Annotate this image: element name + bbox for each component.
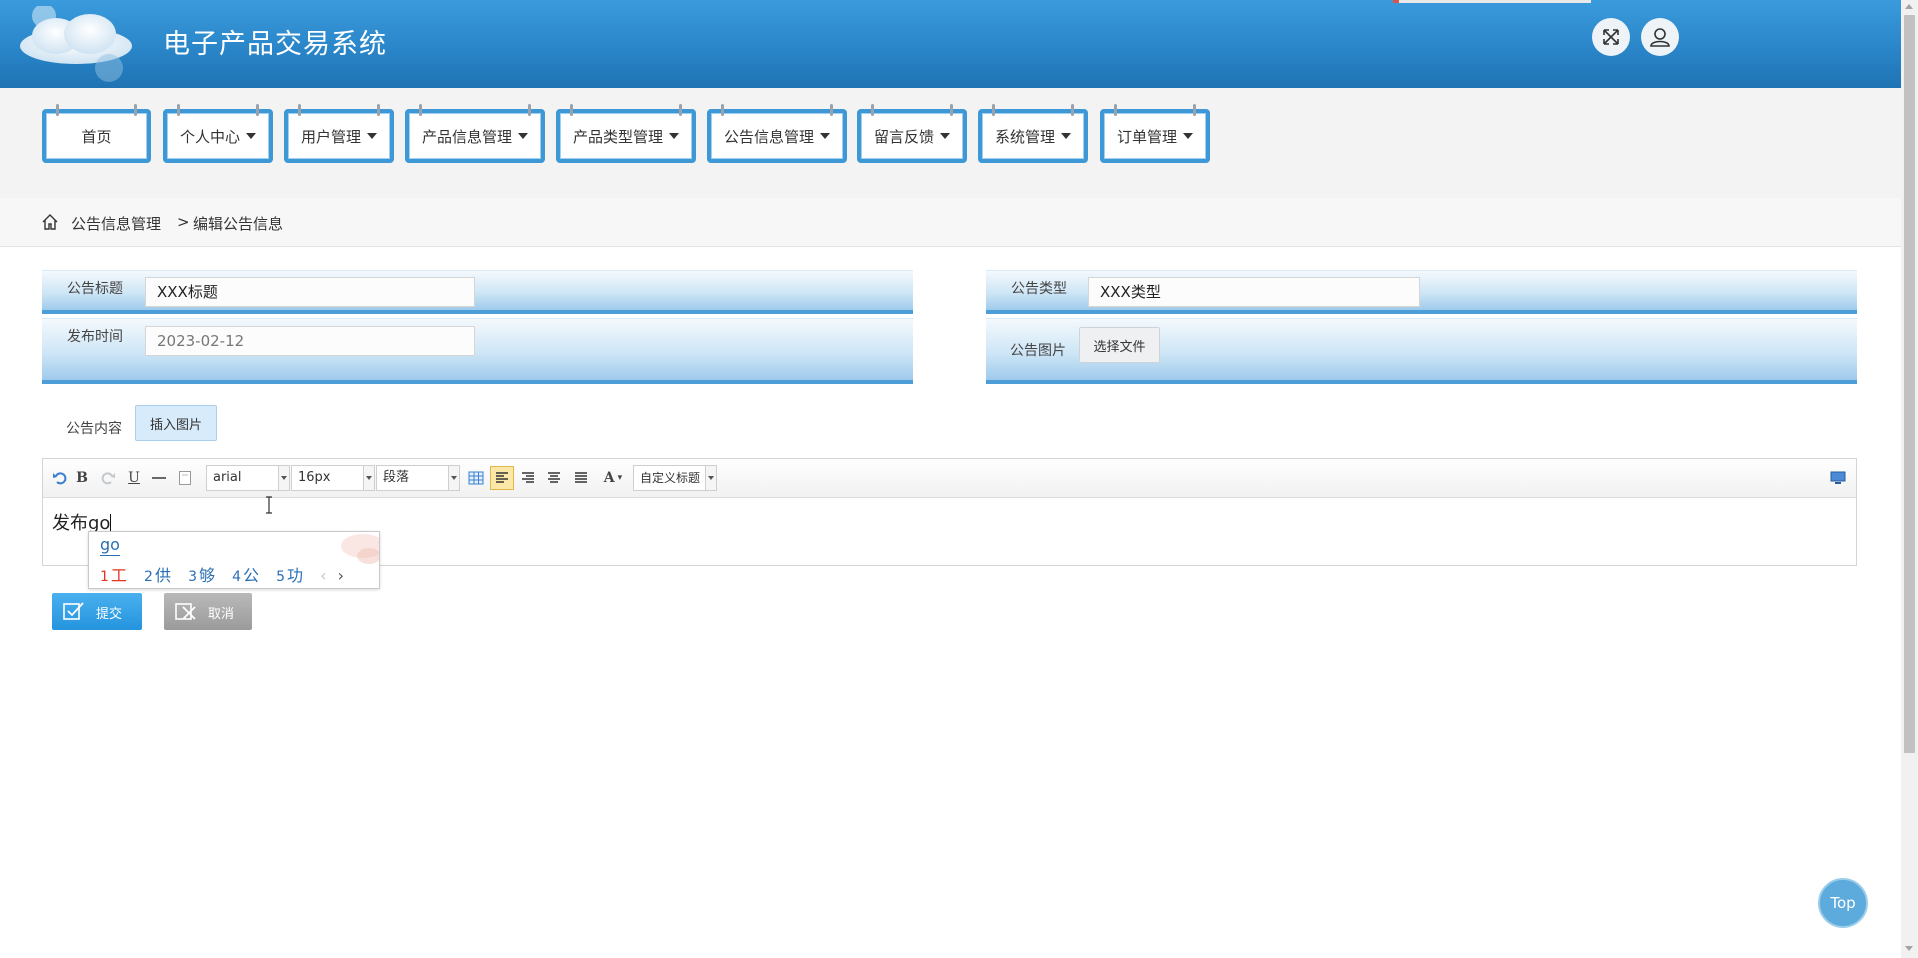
caret-down-icon (1183, 133, 1193, 139)
font-family-value: arial (213, 470, 242, 485)
font-size-select[interactable]: 16px (291, 465, 375, 491)
table-icon[interactable] (467, 468, 485, 488)
nav-orders[interactable]: 订单管理 (1100, 104, 1210, 163)
submit-button[interactable]: 提交 (52, 593, 142, 630)
ime-prev-page-icon[interactable]: ‹ (320, 566, 326, 585)
user-menu-button[interactable] (1641, 18, 1679, 56)
fullscreen-button[interactable] (1592, 18, 1630, 56)
scroll-up-icon[interactable] (1905, 4, 1913, 9)
cloud-logo-icon (20, 6, 132, 82)
cancel-label: 取消 (208, 607, 235, 622)
paste-icon[interactable] (176, 468, 194, 488)
image-label: 公告图片 (1010, 343, 1066, 359)
nav-label: 订单管理 (1116, 127, 1177, 146)
ime-candidate[interactable]: 4公 (232, 566, 271, 585)
nav-label: 个人中心 (179, 127, 240, 146)
main-nav: 首页 个人中心 用户管理 产品信息管理 产品类型管理 公告信息管理 留言反馈 系… (0, 88, 1901, 198)
caret-down-icon (246, 133, 256, 139)
back-to-top-button[interactable]: Top (1818, 878, 1868, 928)
nav-label: 留言反馈 (873, 127, 934, 146)
font-color-icon[interactable]: A ▾ (598, 468, 628, 488)
browser-tab-strip (1393, 0, 1591, 3)
type-input[interactable]: XXX类型 (1088, 277, 1420, 307)
submit-label: 提交 (96, 607, 123, 622)
nav-user-management[interactable]: 用户管理 (284, 104, 394, 163)
title-input[interactable]: XXX标题 (145, 277, 475, 307)
ime-candidate-window: go 1工 2供 3够 4公 5功 ‹ › (88, 531, 380, 589)
nav-system[interactable]: 系统管理 (978, 104, 1088, 163)
type-row: 公告类型 XXX类型 (986, 270, 1857, 314)
paragraph-select[interactable]: 段落 (376, 465, 460, 491)
nav-home[interactable]: 首页 (42, 104, 151, 163)
type-label: 公告类型 (1011, 281, 1067, 297)
breadcrumb-current: 编辑公告信息 (193, 215, 284, 233)
ime-candidates: 1工 2供 3够 4公 5功 ‹ › (100, 562, 344, 586)
nav-label: 产品类型管理 (572, 127, 663, 146)
time-input[interactable]: 2023-02-12 (145, 326, 475, 356)
ime-candidate[interactable]: 1工 (100, 566, 139, 585)
close-square-icon (175, 603, 196, 620)
title-label: 公告标题 (67, 281, 123, 297)
underline-icon[interactable]: U (125, 468, 143, 488)
nav-label: 用户管理 (300, 127, 361, 146)
choose-file-button[interactable]: 选择文件 (1079, 327, 1160, 363)
horizontal-rule-icon[interactable] (150, 468, 168, 488)
breadcrumb-section[interactable]: 公告信息管理 (71, 213, 161, 234)
ime-candidate[interactable]: 2供 (144, 566, 183, 585)
nav-label: 产品信息管理 (421, 127, 512, 146)
paragraph-value: 段落 (383, 470, 410, 485)
time-label: 发布时间 (67, 329, 123, 345)
caret-down-icon (940, 133, 950, 139)
nav-announcement[interactable]: 公告信息管理 (707, 104, 847, 163)
user-icon (1650, 28, 1670, 47)
scroll-down-icon[interactable] (1905, 946, 1913, 951)
custom-heading-select[interactable]: 自定义标题 (633, 465, 717, 491)
nav-label: 系统管理 (994, 127, 1055, 146)
check-square-icon (63, 602, 84, 620)
undo-icon[interactable] (51, 468, 69, 488)
page-scrollbar[interactable] (1901, 0, 1918, 958)
custom-heading-value: 自定义标题 (640, 471, 701, 485)
app-header: 电子产品交易系统 (0, 0, 1901, 88)
app-title: 电子产品交易系统 (163, 29, 387, 60)
align-center-icon[interactable] (545, 468, 563, 488)
nav-label: 首页 (81, 127, 112, 146)
insert-image-button[interactable]: 插入图片 (135, 405, 217, 441)
breadcrumb: 公告信息管理 > 编辑公告信息 (0, 198, 1901, 247)
preview-icon[interactable] (1829, 468, 1847, 488)
nav-feedback[interactable]: 留言反馈 (857, 104, 967, 163)
ime-composition: go (100, 535, 120, 554)
justify-icon[interactable] (572, 468, 590, 488)
caret-down-icon (1061, 133, 1071, 139)
time-row: 发布时间 2023-02-12 (42, 318, 913, 384)
bold-icon[interactable]: B (73, 468, 91, 488)
align-right-icon[interactable] (519, 468, 537, 488)
image-row: 公告图片 选择文件 (986, 318, 1857, 384)
align-left-icon[interactable] (490, 466, 514, 490)
font-size-value: 16px (298, 470, 331, 485)
caret-down-icon (367, 133, 377, 139)
editor-toolbar: B U arial 16px 段落 A ▾ 自定义标题 (43, 459, 1856, 498)
expand-arrows-icon (1603, 29, 1619, 45)
cancel-button[interactable]: 取消 (164, 593, 252, 630)
breadcrumb-separator: > (177, 213, 190, 231)
caret-down-icon (518, 133, 528, 139)
title-row: 公告标题 XXX标题 (42, 270, 913, 314)
text-cursor-icon (266, 496, 272, 514)
caret-down-icon (820, 133, 830, 139)
nav-personal-center[interactable]: 个人中心 (163, 104, 273, 163)
nav-product-type[interactable]: 产品类型管理 (556, 104, 696, 163)
ime-candidate[interactable]: 3够 (188, 566, 227, 585)
ime-candidate[interactable]: 5功 (276, 566, 315, 585)
content-label: 公告内容 (66, 421, 122, 437)
ime-next-page-icon[interactable]: › (338, 566, 344, 585)
caret-down-icon (669, 133, 679, 139)
home-icon[interactable] (41, 213, 59, 231)
nav-label: 公告信息管理 (723, 127, 814, 146)
nav-product-info[interactable]: 产品信息管理 (405, 104, 545, 163)
scrollbar-thumb[interactable] (1904, 15, 1915, 753)
font-family-select[interactable]: arial (206, 465, 290, 491)
redo-icon[interactable] (99, 468, 117, 488)
